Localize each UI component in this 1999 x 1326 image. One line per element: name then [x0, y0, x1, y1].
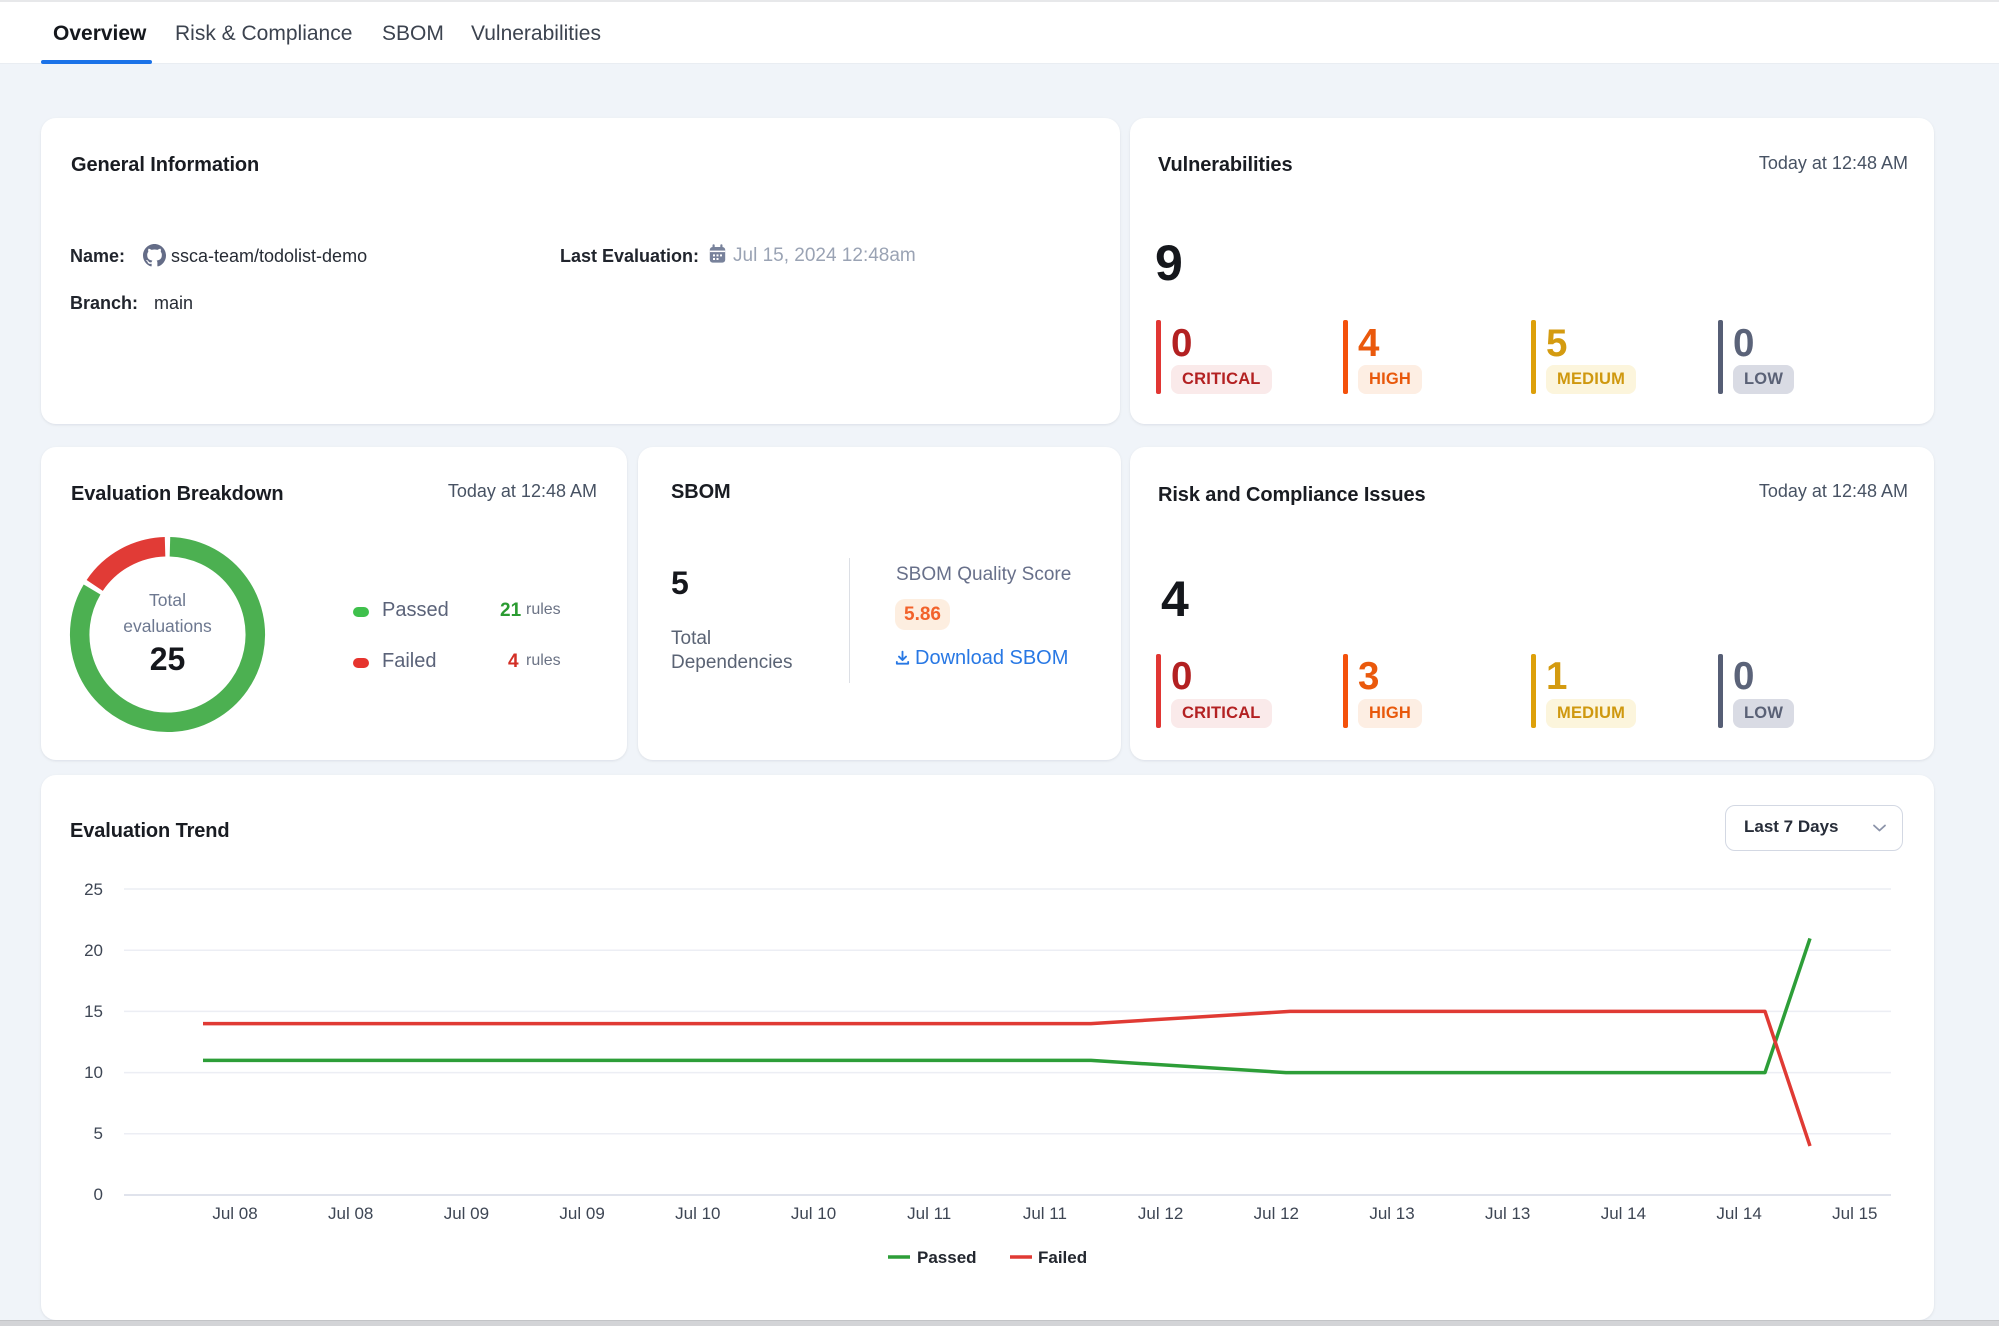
svg-text:Jul 09: Jul 09 [559, 1204, 604, 1223]
svg-text:10: 10 [84, 1063, 103, 1082]
svg-text:Jul 13: Jul 13 [1485, 1204, 1530, 1223]
svg-text:Jul 14: Jul 14 [1716, 1204, 1761, 1223]
svg-text:Jul 15: Jul 15 [1832, 1204, 1877, 1223]
svg-text:Jul 09: Jul 09 [444, 1204, 489, 1223]
svg-text:Jul 14: Jul 14 [1601, 1204, 1646, 1223]
svg-text:Jul 13: Jul 13 [1369, 1204, 1414, 1223]
svg-text:Jul 12: Jul 12 [1254, 1204, 1299, 1223]
svg-text:Jul 11: Jul 11 [1023, 1204, 1067, 1223]
svg-text:0: 0 [94, 1185, 103, 1204]
svg-text:Jul 08: Jul 08 [212, 1204, 257, 1223]
svg-text:Jul 11: Jul 11 [907, 1204, 951, 1223]
svg-text:15: 15 [84, 1002, 103, 1021]
svg-text:5: 5 [94, 1124, 103, 1143]
svg-text:Jul 08: Jul 08 [328, 1204, 373, 1223]
svg-text:Jul 10: Jul 10 [675, 1204, 720, 1223]
svg-text:20: 20 [84, 941, 103, 960]
svg-text:Passed: Passed [917, 1248, 977, 1267]
svg-text:25: 25 [84, 880, 103, 899]
svg-text:Jul 12: Jul 12 [1138, 1204, 1183, 1223]
svg-text:Failed: Failed [1038, 1248, 1087, 1267]
svg-text:Jul 10: Jul 10 [791, 1204, 836, 1223]
